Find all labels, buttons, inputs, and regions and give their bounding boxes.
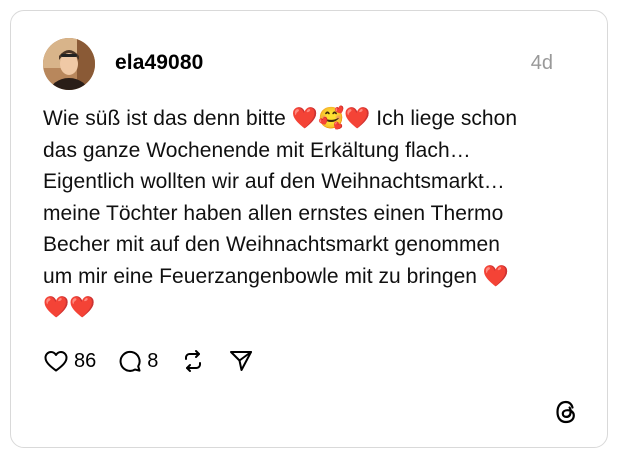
avatar[interactable] [43,38,95,90]
speech-bubble-icon [118,349,142,373]
reply-button[interactable]: 8 [118,349,158,373]
post-card: ela49080 4d Wie süß ist das denn bitte ❤… [10,10,608,448]
threads-logo-icon[interactable] [553,399,579,425]
share-button[interactable] [228,348,254,374]
send-icon [228,348,254,374]
heart-icon [43,349,69,373]
action-bar: 86 8 [43,346,254,376]
avatar-image [43,38,95,90]
reply-count: 8 [147,349,159,372]
username[interactable]: ela49080 [115,51,203,75]
like-button[interactable]: 86 [43,349,96,373]
post-text: Wie süß ist das denn bitte ❤️🥰❤️ Ich lie… [43,107,518,319]
repost-button[interactable] [180,348,206,374]
repost-icon [180,348,206,374]
post-timestamp: 4d [530,52,553,74]
like-count: 86 [74,349,97,372]
